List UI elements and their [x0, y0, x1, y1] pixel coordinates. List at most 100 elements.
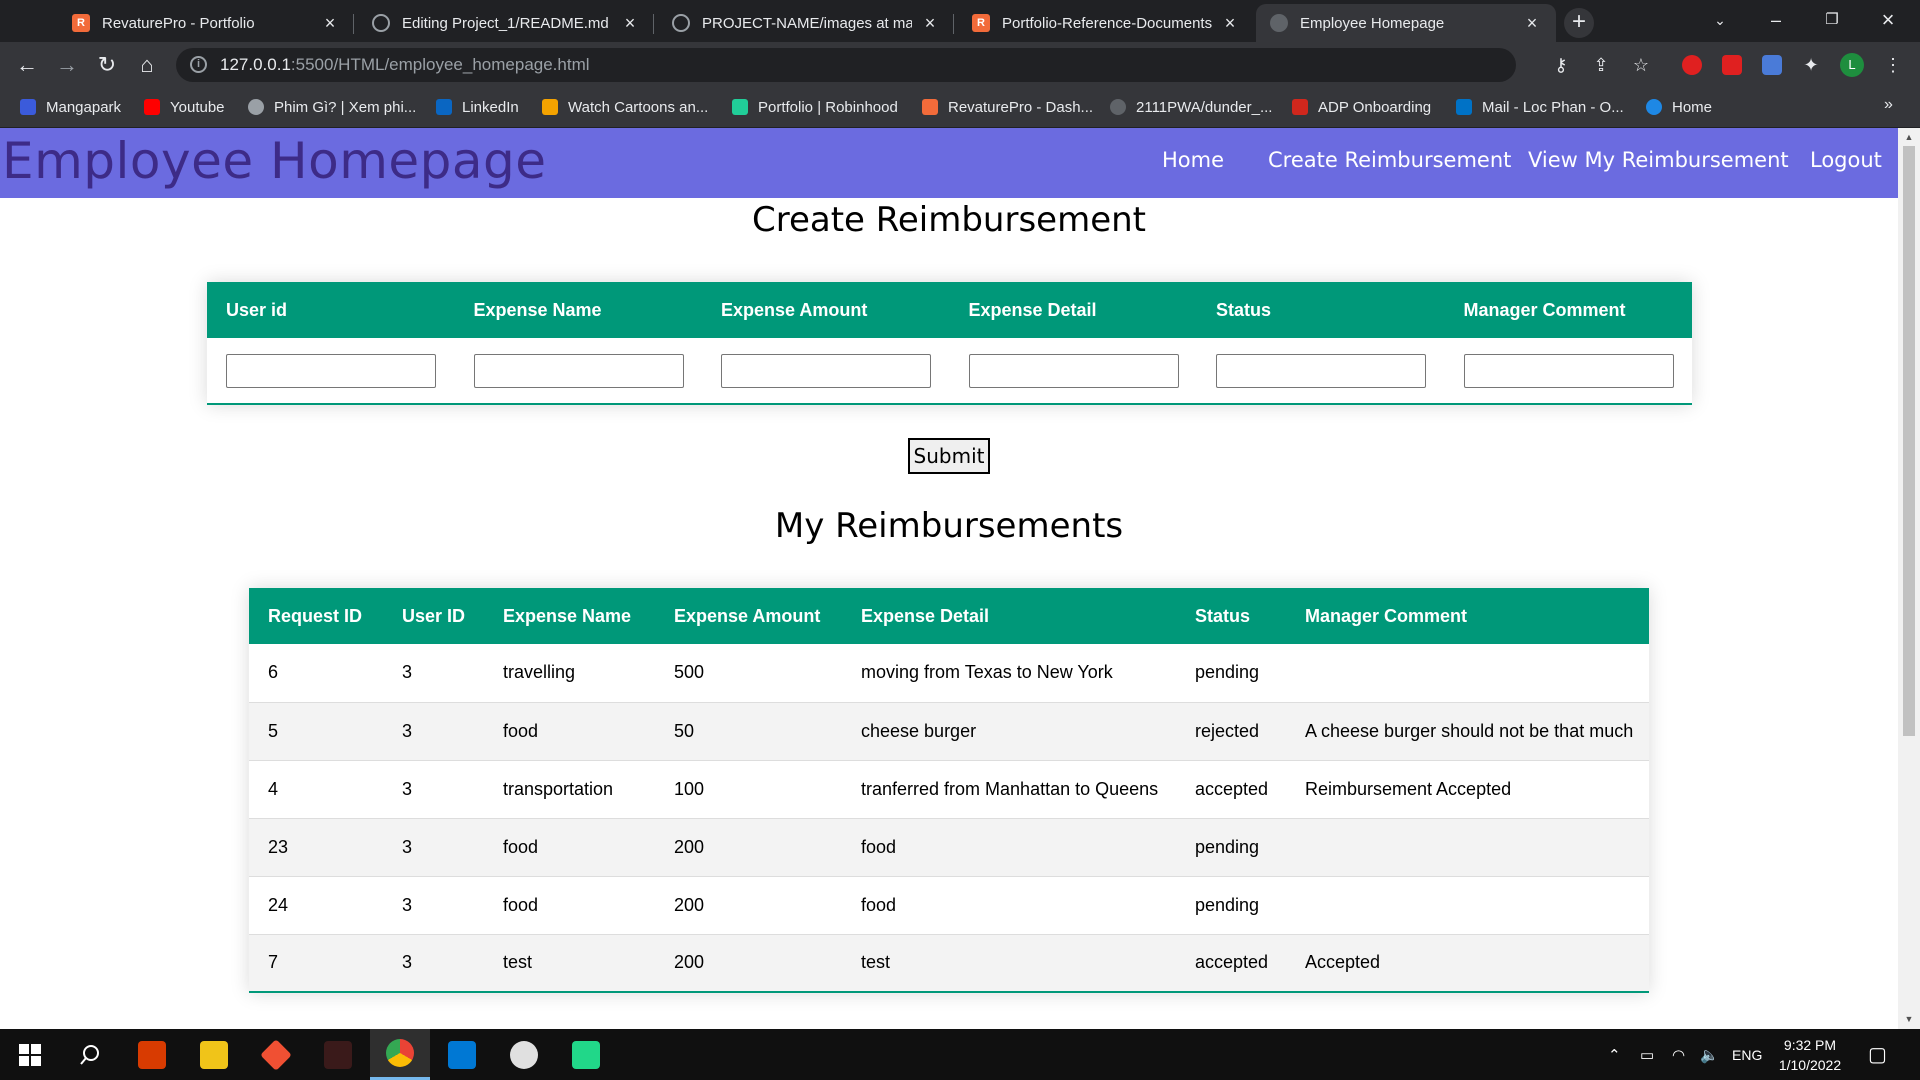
pycharm-app[interactable] — [556, 1029, 616, 1080]
office-app[interactable] — [122, 1029, 182, 1080]
page-scrollbar[interactable]: ▲ ▼ — [1898, 128, 1920, 1029]
restore-icon[interactable]: ❐ — [1804, 0, 1860, 40]
bookmark-robinhood[interactable]: Portfolio | Robinhood — [732, 88, 898, 126]
cell-manager-comment — [1286, 644, 1649, 703]
expense-amount-input[interactable] — [721, 353, 931, 388]
nav-create-reimbursement-link[interactable]: Create Reimbursement — [1268, 148, 1511, 172]
tab-project-images[interactable]: PROJECT-NAME/images at maste × — [658, 4, 954, 42]
bookmark-star-icon[interactable]: ☆ — [1628, 52, 1654, 78]
form-cell — [207, 338, 455, 405]
close-tab-icon[interactable]: × — [920, 13, 940, 34]
cell-expense-amount: 50 — [655, 702, 842, 761]
wifi-icon[interactable]: ◠ — [1672, 1029, 1685, 1080]
close-tab-icon[interactable]: × — [320, 13, 340, 34]
new-tab-button[interactable]: + — [1564, 8, 1594, 38]
screenshot-extension-icon[interactable] — [1762, 55, 1782, 75]
home-icon[interactable]: ⌂ — [132, 50, 162, 80]
pgadmin-app[interactable] — [494, 1029, 554, 1080]
submit-button[interactable]: Submit — [908, 438, 990, 474]
close-tab-icon[interactable]: × — [620, 13, 640, 34]
user-id-input[interactable] — [226, 353, 436, 388]
bookmark-outlook-mail[interactable]: Mail - Loc Phan - O... — [1456, 88, 1624, 126]
share-icon[interactable]: ⇪ — [1588, 52, 1614, 78]
tab-revaturepro[interactable]: R RevaturePro - Portfolio × — [58, 4, 354, 42]
page-brand: Employee Homepage — [2, 132, 547, 190]
bookmark-linkedin[interactable]: LinkedIn — [436, 88, 519, 126]
col-header-user-id: User ID — [383, 588, 484, 644]
col-header-request-id: Request ID — [249, 588, 383, 644]
tab-portfolio-docs[interactable]: R Portfolio-Reference-Documents × — [958, 4, 1254, 42]
create-reimbursement-heading: Create Reimbursement — [751, 200, 1147, 240]
start-button[interactable] — [0, 1029, 60, 1080]
cell-expense-name: test — [484, 934, 655, 993]
manager-comment-input[interactable] — [1463, 353, 1674, 388]
bookmark-youtube[interactable]: Youtube — [144, 88, 225, 126]
form-header-user-id: User id — [207, 282, 455, 338]
nav-view-reimbursement-link[interactable]: View My Reimbursement — [1528, 148, 1789, 172]
close-tab-icon[interactable]: × — [1220, 13, 1240, 34]
scrollbar-thumb[interactable] — [1903, 146, 1915, 736]
elephant-icon — [510, 1040, 538, 1069]
profile-avatar[interactable]: L — [1840, 53, 1864, 77]
notification-center-icon[interactable]: ▢ — [1868, 1029, 1887, 1080]
file-explorer-app[interactable] — [184, 1029, 244, 1080]
predator-sense-app[interactable] — [308, 1029, 368, 1080]
volume-icon[interactable]: 🔈 — [1700, 1029, 1719, 1080]
close-window-icon[interactable]: × — [1860, 0, 1916, 40]
bookmark-watch-cartoons[interactable]: Watch Cartoons an... — [542, 88, 708, 126]
adblock-extension-icon[interactable] — [1682, 55, 1702, 75]
bookmark-dunder[interactable]: 2111PWA/dunder_... — [1110, 88, 1272, 126]
search-button[interactable] — [60, 1029, 120, 1080]
page-viewport: Employee Homepage Home Create Reimbursem… — [0, 128, 1898, 1029]
scroll-down-arrow-icon[interactable]: ▼ — [1904, 1014, 1914, 1024]
tab-search-icon[interactable]: ⌄ — [1692, 0, 1748, 40]
pdf-extension-icon[interactable] — [1722, 55, 1742, 75]
language-indicator[interactable]: ENG — [1732, 1029, 1762, 1080]
bookmark-phimgi[interactable]: Phim Gì? | Xem phi... — [248, 88, 416, 126]
cell-status: rejected — [1176, 702, 1286, 761]
chrome-app[interactable] — [370, 1029, 430, 1080]
site-info-icon[interactable]: i — [190, 56, 207, 73]
bookmark-home[interactable]: Home — [1646, 88, 1712, 126]
menu-kebab-icon[interactable]: ⋮ — [1880, 52, 1906, 78]
tab-employee-homepage[interactable]: Employee Homepage × — [1256, 4, 1556, 42]
minimize-icon[interactable]: – — [1748, 0, 1804, 40]
status-input[interactable] — [1216, 353, 1426, 388]
extensions-puzzle-icon[interactable]: ✦ — [1798, 52, 1824, 78]
tab-readme[interactable]: Editing Project_1/README.md at × — [358, 4, 654, 42]
close-tab-icon[interactable]: × — [1522, 13, 1542, 34]
cell-request-id: 6 — [249, 644, 383, 703]
nav-logout-link[interactable]: Logout — [1810, 148, 1882, 172]
tab-separator — [653, 14, 654, 34]
battery-icon[interactable]: ▭ — [1640, 1029, 1654, 1080]
table-row: 23 3 food 200 food pending — [249, 818, 1649, 877]
col-header-manager-comment: Manager Comment — [1286, 588, 1649, 644]
bookmark-adp[interactable]: ADP Onboarding — [1292, 88, 1431, 126]
form-header-expense-detail: Expense Detail — [949, 282, 1197, 338]
taskbar-clock[interactable]: 9:32 PM 1/10/2022 — [1764, 1035, 1856, 1075]
cell-expense-name: food — [484, 876, 655, 935]
forward-icon[interactable]: → — [52, 50, 82, 80]
revature-icon: R — [72, 14, 90, 32]
address-bar[interactable]: i 127.0.0.1:5500/HTML/employee_homepage.… — [176, 48, 1516, 82]
cell-expense-amount: 200 — [655, 818, 842, 877]
expense-detail-input[interactable] — [968, 353, 1179, 388]
bookmark-mangapark[interactable]: Mangapark — [20, 88, 121, 126]
back-icon[interactable]: ← — [12, 50, 42, 80]
bookmark-label: Mangapark — [46, 98, 122, 116]
form-cell — [454, 338, 702, 405]
tray-chevron-icon[interactable]: ⌃ — [1608, 1029, 1621, 1080]
more-bookmarks-icon[interactable]: » — [1884, 96, 1893, 114]
key-icon[interactable]: ⚷ — [1548, 52, 1574, 78]
expense-name-input[interactable] — [473, 353, 684, 388]
reload-icon[interactable]: ↻ — [92, 50, 122, 80]
bookmark-revaturepro-dash[interactable]: RevaturePro - Dash... — [922, 88, 1093, 126]
git-app[interactable] — [246, 1029, 306, 1080]
scroll-up-arrow-icon[interactable]: ▲ — [1904, 132, 1914, 142]
nav-home-link[interactable]: Home — [1162, 148, 1224, 172]
tab-separator — [353, 14, 354, 34]
cell-manager-comment: Reimbursement Accepted — [1286, 760, 1649, 819]
vscode-app[interactable] — [432, 1029, 492, 1080]
cell-user-id: 3 — [383, 876, 484, 935]
chrome-icon — [386, 1039, 414, 1067]
